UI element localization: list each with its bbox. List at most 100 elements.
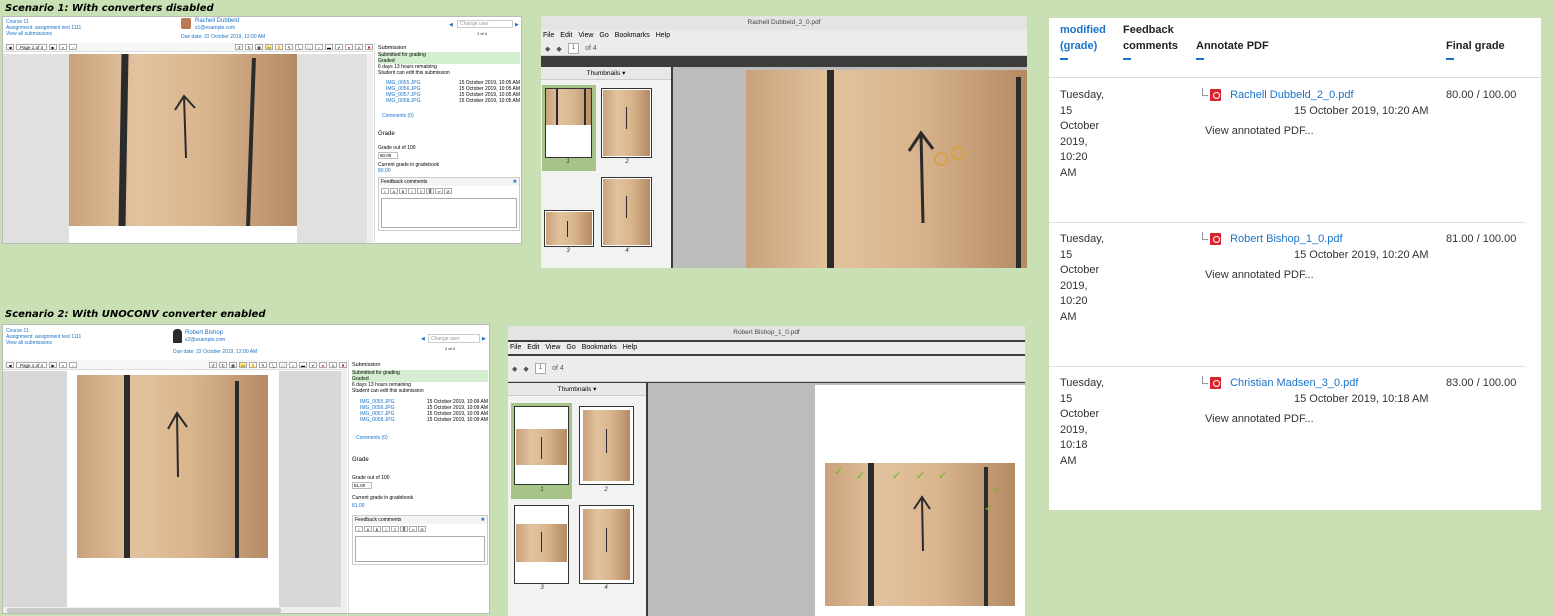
stamp-tool-icon[interactable]: ✔ (335, 44, 343, 50)
back-icon[interactable]: ◆ (512, 365, 517, 373)
view-all-link[interactable]: View all submissions (6, 31, 81, 37)
feedback-textarea[interactable] (355, 536, 485, 562)
font-size-icon[interactable]: A (364, 526, 372, 532)
pan-tool-icon[interactable]: ✋ (275, 44, 283, 50)
italic-icon[interactable]: I (408, 188, 416, 194)
pdf-document-view[interactable]: ✓ ✓ ✓ ✓ ✓ ✓ ✓ (648, 383, 1025, 616)
pdf-file-link[interactable]: Robert Bishop_1_0.pdf (1210, 233, 1343, 246)
stamp-picker-icon[interactable]: ♙ (355, 44, 363, 50)
highlight-tool-icon[interactable]: ▬ (325, 44, 333, 50)
menu-help[interactable]: Help (623, 342, 637, 354)
thumbnail-page-1[interactable] (545, 88, 592, 158)
forward-icon[interactable]: ◆ (556, 45, 561, 53)
change-user-select[interactable]: Change user (428, 334, 480, 343)
rotate-left-icon[interactable]: ↺ (235, 44, 243, 50)
horizontal-scrollbar[interactable] (3, 607, 347, 613)
next-page-button[interactable]: ▶ (49, 44, 58, 50)
view-all-link[interactable]: View all submissions (6, 340, 81, 346)
pdf-document-view[interactable] (673, 67, 1027, 268)
feedback-comments-header[interactable]: Feedback comments (1123, 22, 1178, 60)
menu-bookmarks[interactable]: Bookmarks (582, 342, 617, 354)
italic-icon[interactable]: I (382, 526, 390, 532)
highlight-tool-icon[interactable]: ▬ (299, 361, 307, 368)
rotate-right-icon[interactable]: ↻ (245, 44, 253, 50)
menu-file[interactable]: File (543, 30, 554, 42)
unlink-icon[interactable]: ⊘ (444, 188, 452, 194)
comment-tool-icon[interactable]: ▭ (265, 44, 273, 50)
page-number-input[interactable]: 1 (567, 43, 580, 54)
line-tool-icon[interactable]: ╲ (269, 361, 277, 368)
link-icon[interactable]: ∞ (435, 188, 443, 194)
info-icon[interactable]: i (381, 188, 389, 194)
document-area[interactable] (3, 371, 347, 613)
menu-bookmarks[interactable]: Bookmarks (615, 30, 650, 42)
menu-edit[interactable]: Edit (527, 342, 539, 354)
select-tool-icon[interactable]: ▦ (255, 44, 263, 50)
current-grade-value[interactable]: 80.00 (378, 168, 520, 174)
thumbnail-page-3[interactable] (544, 210, 594, 247)
pdf-file-link[interactable]: Rachell Dubbeld_2_0.pdf (1210, 89, 1354, 102)
forward-icon[interactable]: ◆ (523, 365, 528, 373)
comments-link[interactable]: Comments (0) (378, 113, 520, 119)
bold-icon[interactable]: B (399, 188, 407, 194)
menu-file[interactable]: File (510, 342, 521, 354)
delete-icon[interactable]: ✖ (365, 44, 373, 50)
line-tool-icon[interactable]: ╲ (295, 44, 303, 50)
close-icon[interactable]: ✖ (481, 517, 485, 523)
thumbnail-page-4[interactable] (601, 177, 652, 247)
back-icon[interactable]: ◆ (545, 45, 550, 53)
search-comments-icon[interactable]: ⌕ (59, 361, 68, 368)
color-picker-icon[interactable]: ● (345, 44, 353, 50)
numbered-list-icon[interactable]: ≣ (426, 188, 434, 194)
next-user-icon[interactable]: ▶ (515, 22, 519, 28)
thumbnail-page-2[interactable] (579, 406, 634, 485)
grade-input[interactable]: 81.00 (352, 482, 372, 489)
oval-tool-icon[interactable]: ○ (289, 361, 297, 368)
link-icon[interactable]: ∞ (409, 526, 417, 532)
menu-edit[interactable]: Edit (560, 30, 572, 42)
view-annotated-pdf-link[interactable]: View annotated PDF... (1205, 125, 1314, 137)
feedback-textarea[interactable] (381, 198, 517, 228)
list-icon[interactable]: ≡ (391, 526, 399, 532)
rotate-right-icon[interactable]: ↻ (219, 361, 227, 368)
document-scrollbar[interactable] (341, 371, 347, 607)
color-picker-icon[interactable]: ● (319, 361, 327, 368)
final-grade-header[interactable]: Final grade (1446, 38, 1505, 60)
rectangle-tool-icon[interactable]: □ (279, 361, 287, 368)
select-tool-icon[interactable]: ▦ (229, 361, 237, 368)
pen-tool-icon[interactable]: ✎ (259, 361, 267, 368)
view-annotated-pdf-link[interactable]: View annotated PDF... (1205, 269, 1314, 281)
menu-go[interactable]: Go (599, 30, 608, 42)
search-comments-icon[interactable]: ⌕ (59, 44, 68, 50)
page-number-input[interactable]: 1 (534, 363, 547, 374)
page-select[interactable]: Page 1 of 4 (16, 44, 48, 50)
user-name-link[interactable]: Rachell Dubbeld (195, 18, 239, 25)
annotate-pdf-header[interactable]: Annotate PDF (1196, 38, 1269, 60)
close-icon[interactable]: ✖ (513, 179, 517, 185)
document-area[interactable] (3, 54, 373, 243)
stamp-tool-icon[interactable]: ✔ (309, 361, 317, 368)
grade-input[interactable]: 80.00 (378, 152, 398, 159)
next-user-icon[interactable]: ▶ (482, 336, 486, 342)
thumbnail-page-3[interactable] (514, 505, 569, 584)
menu-view[interactable]: View (578, 30, 593, 42)
file-row[interactable]: IMG_0058.JPG 15 October 2019, 10:05 AM (378, 98, 520, 104)
comment-tool-icon[interactable]: ▭ (239, 361, 247, 368)
thumbnails-header[interactable]: Thumbnails ▾ (508, 383, 646, 396)
oval-tool-icon[interactable]: ○ (315, 44, 323, 50)
current-grade-value[interactable]: 81.00 (352, 503, 488, 509)
modified-grade-header[interactable]: modified (grade) (1060, 22, 1106, 60)
file-row[interactable]: IMG_0058.JPG 15 October 2019, 10:09 AM (352, 417, 488, 423)
expand-icon[interactable]: ⇔ (69, 361, 78, 368)
list-icon[interactable]: ≡ (417, 188, 425, 194)
stamp-picker-icon[interactable]: ♙ (329, 361, 337, 368)
info-icon[interactable]: i (355, 526, 363, 532)
prev-user-icon[interactable]: ◀ (421, 336, 425, 342)
page-select[interactable]: Page 1 of 4 (16, 361, 48, 368)
prev-page-button[interactable]: ◀ (6, 44, 14, 50)
change-user-select[interactable]: Change user (457, 20, 513, 28)
next-page-button[interactable]: ▶ (49, 361, 58, 368)
prev-user-icon[interactable]: ◀ (449, 22, 453, 28)
delete-icon[interactable]: ✖ (339, 361, 347, 368)
thumbnail-page-1[interactable] (514, 406, 569, 485)
